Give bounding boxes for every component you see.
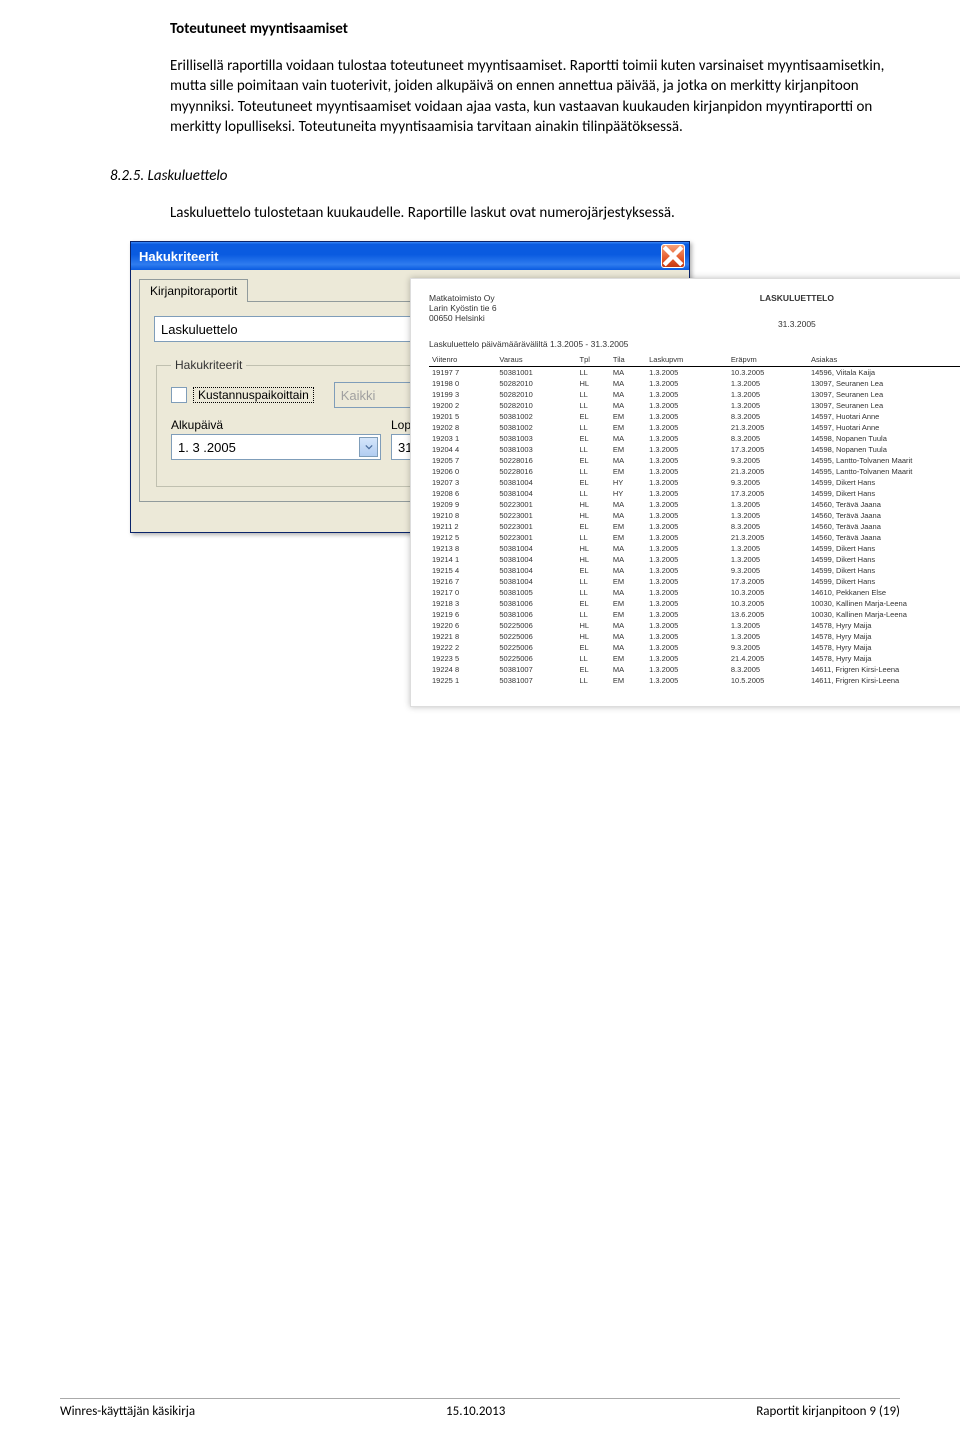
alkupaiva-field[interactable]: 1. 3 .2005: [171, 434, 381, 460]
alkupaiva-value: 1. 3 .2005: [178, 440, 236, 455]
paragraph-sub: Laskuluettelo tulostetaan kuukaudelle. R…: [170, 203, 900, 223]
footer-right: Raportit kirjanpitoon 9 (19): [756, 1404, 900, 1419]
report-col-header: Asiakas: [808, 353, 960, 367]
table-row: 19206 050228016LLEM1.3.200521.3.20051459…: [429, 466, 960, 477]
table-row: 19207 350381004ELHY1.3.20059.3.200514599…: [429, 477, 960, 488]
table-row: 19212 550223001LLEM1.3.200521.3.20051456…: [429, 532, 960, 543]
close-icon: [662, 245, 684, 267]
report-select-value: Laskuluettelo: [161, 322, 238, 337]
table-row: 19203 150381003ELMA1.3.20058.3.200514598…: [429, 433, 960, 444]
table-row: 19199 350282010LLMA1.3.20051.3.200513097…: [429, 389, 960, 400]
table-row: 19217 050381005LLMA1.3.200510.3.20051461…: [429, 587, 960, 598]
table-row: 19221 850225006HLMA1.3.20051.3.200514578…: [429, 631, 960, 642]
group-legend: Hakukriteerit: [171, 358, 246, 372]
table-row: 19213 850381004HLMA1.3.20051.3.200514599…: [429, 543, 960, 554]
table-row: 19220 650225006HLMA1.3.20051.3.200514578…: [429, 620, 960, 631]
table-row: 19210 850223001HLMA1.3.20051.3.200514560…: [429, 510, 960, 521]
report-city: 00650 Helsinki: [429, 313, 497, 323]
subsection-title: 8.2.5. Laskuluettelo: [110, 167, 900, 185]
table-row: 19204 450381003LLEM1.3.200517.3.20051459…: [429, 444, 960, 455]
table-row: 19225 150381007LLEM1.3.200510.5.20051461…: [429, 675, 960, 686]
table-row: 19216 750381004LLEM1.3.200517.3.20051459…: [429, 576, 960, 587]
report-company: Matkatoimisto Oy: [429, 293, 497, 303]
table-row: 19208 650381004LLHY1.3.200517.3.20051459…: [429, 488, 960, 499]
footer-left: Winres-käyttäjän käsikirja: [60, 1404, 195, 1419]
checkbox-label: Kustannuspaikoittain: [193, 387, 314, 403]
report-street: Larin Kyöstin tie 6: [429, 303, 497, 313]
dialog-titlebar[interactable]: Hakukriteerit: [131, 242, 689, 270]
report-date: 31.3.2005: [497, 319, 960, 329]
page-footer: Winres-käyttäjän käsikirja 15.10.2013 Ra…: [60, 1398, 900, 1419]
checkbox-kustannuspaikoittain[interactable]: [171, 387, 187, 403]
table-row: 19209 950223001HLMA1.3.20051.3.200514560…: [429, 499, 960, 510]
table-row: 19198 050282010HLMA1.3.20051.3.200513097…: [429, 378, 960, 389]
table-row: 19222 250225006ELMA1.3.20059.3.200514578…: [429, 642, 960, 653]
report-col-header: Laskupvm: [646, 353, 728, 367]
label-alkupaiva: Alkupäivä: [171, 418, 371, 432]
report-preview: Matkatoimisto Oy Larin Kyöstin tie 6 006…: [410, 278, 960, 707]
table-row: 19223 550225006LLEM1.3.200521.4.20051457…: [429, 653, 960, 664]
tab-kirjanpitoraportit[interactable]: Kirjanpitoraportit: [139, 279, 248, 302]
table-row: 19224 850381007ELMA1.3.20058.3.200514611…: [429, 664, 960, 675]
table-row: 19200 250282010LLMA1.3.20051.3.200513097…: [429, 400, 960, 411]
report-title: LASKULUETTELO: [497, 293, 960, 303]
report-col-header: Varaus: [496, 353, 576, 367]
report-filter: Laskuluettelo päivämääräväliltä 1.3.2005…: [429, 339, 960, 349]
table-row: 19197 750381001LLMA1.3.200510.3.20051459…: [429, 367, 960, 379]
report-col-header: Tpl: [576, 353, 609, 367]
footer-center: 15.10.2013: [446, 1404, 505, 1419]
table-row: 19218 350381006ELEM1.3.200510.3.20051003…: [429, 598, 960, 609]
table-row: 19219 650381006LLEM1.3.200513.6.20051003…: [429, 609, 960, 620]
report-col-header: Viitenro: [429, 353, 496, 367]
paragraph-main: Erillisellä raportilla voidaan tulostaa …: [170, 56, 900, 137]
table-row: 19211 250223001ELEM1.3.20058.3.200514560…: [429, 521, 960, 532]
dialog-title: Hakukriteerit: [139, 249, 218, 264]
report-table: ViitenroVarausTplTilaLaskupvmEräpvmAsiak…: [429, 353, 960, 686]
table-row: 19201 550381002ELEM1.3.20058.3.200514597…: [429, 411, 960, 422]
close-button[interactable]: [661, 244, 685, 268]
table-row: 19214 150381004HLMA1.3.20051.3.200514599…: [429, 554, 960, 565]
table-row: 19205 750228016ELMA1.3.20059.3.200514595…: [429, 455, 960, 466]
chevron-down-icon: [359, 437, 378, 457]
report-col-header: Tila: [610, 353, 646, 367]
section-heading: Toteutuneet myyntisaamiset: [170, 20, 900, 38]
report-col-header: Eräpvm: [728, 353, 808, 367]
kustannuspaikka-value: Kaikki: [341, 388, 376, 403]
table-row: 19202 850381002LLEM1.3.200521.3.20051459…: [429, 422, 960, 433]
table-row: 19215 450381004ELMA1.3.20059.3.200514599…: [429, 565, 960, 576]
